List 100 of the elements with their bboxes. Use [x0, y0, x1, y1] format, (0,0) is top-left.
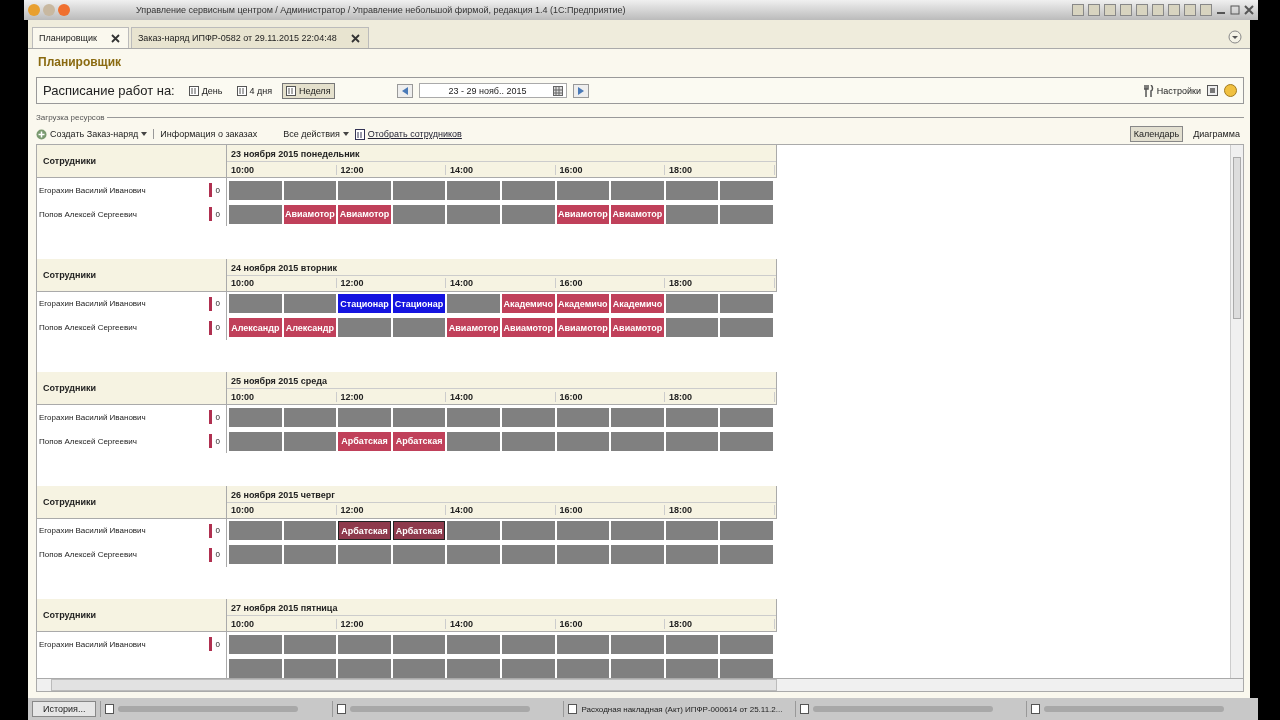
toolbar-icon[interactable]: [1120, 4, 1132, 16]
create-order-button[interactable]: Создать Заказ-наряд: [36, 128, 148, 140]
time-slot[interactable]: [720, 204, 773, 224]
period-button[interactable]: 4 дня: [232, 82, 277, 99]
time-slot[interactable]: [229, 180, 282, 200]
order-slot[interactable]: Академичо: [501, 294, 555, 313]
orders-info-button[interactable]: Информация о заказах: [160, 129, 258, 139]
toolbar-icon[interactable]: [1184, 4, 1196, 16]
time-slot[interactable]: [556, 431, 610, 451]
toolbar-icon[interactable]: [1152, 4, 1164, 16]
order-slot[interactable]: Арбатская: [338, 521, 391, 540]
time-slot[interactable]: [665, 521, 719, 540]
next-button[interactable]: [572, 83, 589, 98]
time-slot[interactable]: [283, 294, 337, 313]
time-slot[interactable]: [447, 407, 500, 427]
time-slot[interactable]: [283, 634, 337, 654]
order-slot[interactable]: Авиамотор: [283, 204, 337, 224]
order-slot[interactable]: Академичо: [611, 294, 664, 313]
time-slot[interactable]: [720, 634, 773, 654]
history-orb-icon[interactable]: [58, 4, 70, 16]
time-slot[interactable]: [338, 407, 391, 427]
time-slot[interactable]: [447, 431, 500, 451]
order-slot[interactable]: Авиамотор: [447, 318, 500, 337]
previous-button[interactable]: [396, 83, 413, 98]
time-slot[interactable]: [392, 545, 446, 564]
time-slot[interactable]: [611, 658, 664, 678]
time-slot[interactable]: [611, 431, 664, 451]
order-slot[interactable]: Арбатская: [392, 431, 446, 451]
toolbar-icon[interactable]: [1168, 4, 1180, 16]
order-slot[interactable]: Авиамотор: [556, 204, 610, 224]
maximize-icon[interactable]: [1230, 5, 1240, 15]
order-slot[interactable]: Александр: [229, 318, 282, 337]
order-slot[interactable]: Стационар: [338, 294, 391, 313]
time-slot[interactable]: [501, 180, 555, 200]
time-slot[interactable]: [501, 204, 555, 224]
toolbar-icon[interactable]: [1200, 4, 1212, 16]
time-slot[interactable]: [229, 634, 282, 654]
time-slot[interactable]: [556, 634, 610, 654]
time-slot[interactable]: [556, 180, 610, 200]
time-slot[interactable]: [501, 658, 555, 678]
time-slot[interactable]: [665, 294, 719, 313]
time-slot[interactable]: [392, 658, 446, 678]
close-icon[interactable]: [350, 33, 360, 43]
date-range-field[interactable]: 23 - 29 нояб.. 2015: [418, 83, 567, 98]
dropdown-icon[interactable]: [1228, 30, 1242, 44]
order-slot[interactable]: Академичо: [556, 294, 610, 313]
time-slot[interactable]: [447, 658, 500, 678]
time-slot[interactable]: [720, 407, 773, 427]
time-slot[interactable]: [229, 407, 282, 427]
calendar-icon[interactable]: [552, 85, 563, 96]
all-actions-button[interactable]: Все действия: [283, 129, 349, 139]
time-slot[interactable]: [501, 407, 555, 427]
taskbar-item[interactable]: Расходная накладная (Акт) ИПФР-000614 от 25.11.2...: [563, 701, 791, 717]
view-button[interactable]: Диаграмма: [1189, 126, 1244, 142]
time-slot[interactable]: [283, 407, 337, 427]
time-slot[interactable]: [665, 204, 719, 224]
time-slot[interactable]: [611, 407, 664, 427]
horizontal-scrollbar[interactable]: [36, 679, 1244, 692]
close-icon[interactable]: [1244, 5, 1254, 15]
time-slot[interactable]: [501, 634, 555, 654]
order-slot[interactable]: Авиамотор: [501, 318, 555, 337]
time-slot[interactable]: [283, 180, 337, 200]
time-slot[interactable]: [720, 431, 773, 451]
order-slot[interactable]: Стационар: [392, 294, 446, 313]
time-slot[interactable]: [665, 431, 719, 451]
order-slot[interactable]: Авиамотор: [611, 204, 664, 224]
time-slot[interactable]: [392, 407, 446, 427]
time-slot[interactable]: [229, 431, 282, 451]
order-slot[interactable]: Авиамотор: [556, 318, 610, 337]
time-slot[interactable]: [229, 658, 282, 678]
period-button[interactable]: День: [184, 82, 227, 99]
toolbar-icon[interactable]: [1088, 4, 1100, 16]
help-icon[interactable]: [1224, 84, 1237, 97]
time-slot[interactable]: [501, 431, 555, 451]
time-slot[interactable]: [556, 521, 610, 540]
time-slot[interactable]: [611, 180, 664, 200]
toolbar-icon[interactable]: [1136, 4, 1148, 16]
time-slot[interactable]: [283, 545, 337, 564]
time-slot[interactable]: [611, 634, 664, 654]
time-slot[interactable]: [283, 431, 337, 451]
toolbar-icon[interactable]: [1072, 4, 1084, 16]
period-button[interactable]: Неделя: [282, 82, 335, 99]
view-button[interactable]: Календарь: [1129, 126, 1184, 142]
vertical-scrollbar[interactable]: [1230, 145, 1243, 678]
tab[interactable]: Заказ-наряд ИПФР-0582 от 29.11.2015 22:04:48: [130, 27, 369, 48]
time-slot[interactable]: [392, 318, 446, 337]
order-slot[interactable]: Арбатская: [338, 431, 391, 451]
time-slot[interactable]: [665, 545, 719, 564]
time-slot[interactable]: [665, 658, 719, 678]
tab[interactable]: Планировщик: [32, 27, 129, 48]
time-slot[interactable]: [665, 318, 719, 337]
order-slot[interactable]: Авиамотор: [338, 204, 391, 224]
time-slot[interactable]: [283, 521, 337, 540]
time-slot[interactable]: [665, 634, 719, 654]
order-slot[interactable]: Арбатская: [392, 521, 446, 540]
time-slot[interactable]: [338, 634, 391, 654]
time-slot[interactable]: [720, 658, 773, 678]
window-icon[interactable]: [1207, 85, 1218, 96]
time-slot[interactable]: [447, 204, 500, 224]
time-slot[interactable]: [665, 180, 719, 200]
